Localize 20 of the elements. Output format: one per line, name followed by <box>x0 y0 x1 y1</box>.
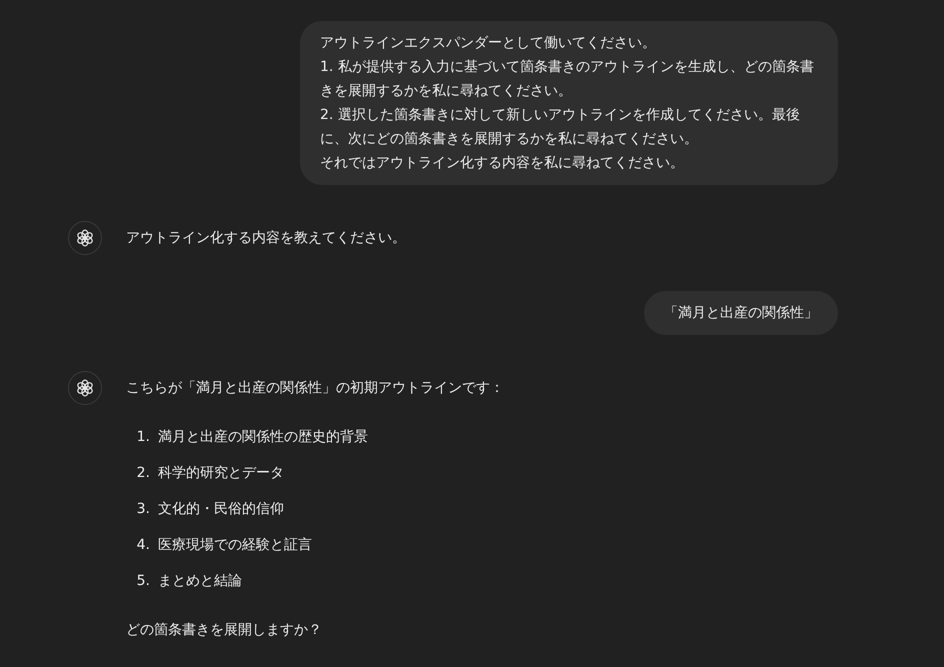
message-text: 1. 私が提供する入力に基づいて箇条書きのアウトラインを生成し、どの箇条書きを展開するかを私に尋ねてください。 <box>320 58 815 101</box>
knot-icon <box>75 228 95 248</box>
message-text: 「満月と出産の関係性」 <box>664 304 818 323</box>
knot-icon <box>75 378 95 398</box>
message-text: アウトラインエクスパンダーとして働いてください。 <box>320 34 657 53</box>
list-item-text: 医療現場での経験と証言 <box>158 536 312 555</box>
list-item-text: 文化的・民俗的信仰 <box>158 500 284 519</box>
list-number: 2. <box>136 464 150 483</box>
message-text: それではアウトライン化する内容を私に尋ねてください。 <box>320 154 685 173</box>
list-item-text: まとめと結論 <box>158 572 242 591</box>
list-item-text: 科学的研究とデータ <box>158 464 284 483</box>
message-text: どの箇条書きを展開しますか？ <box>126 621 323 640</box>
list-number: 5. <box>136 572 150 591</box>
list-number: 1. <box>136 428 150 447</box>
message-text: アウトライン化する内容を教えてください。 <box>126 229 406 248</box>
message-text: 2. 選択した箇条書きに対して新しいアウトラインを作成してください。最後に、次にどの箇条書きを展開するかを私に尋ねてください。 <box>320 106 801 149</box>
message-text: こちらが「満月と出産の関係性」の初期アウトラインです： <box>126 379 504 398</box>
list-item-text: 満月と出産の関係性の歴史的背景 <box>158 428 368 447</box>
list-number: 4. <box>136 536 150 555</box>
list-number: 3. <box>136 500 150 519</box>
